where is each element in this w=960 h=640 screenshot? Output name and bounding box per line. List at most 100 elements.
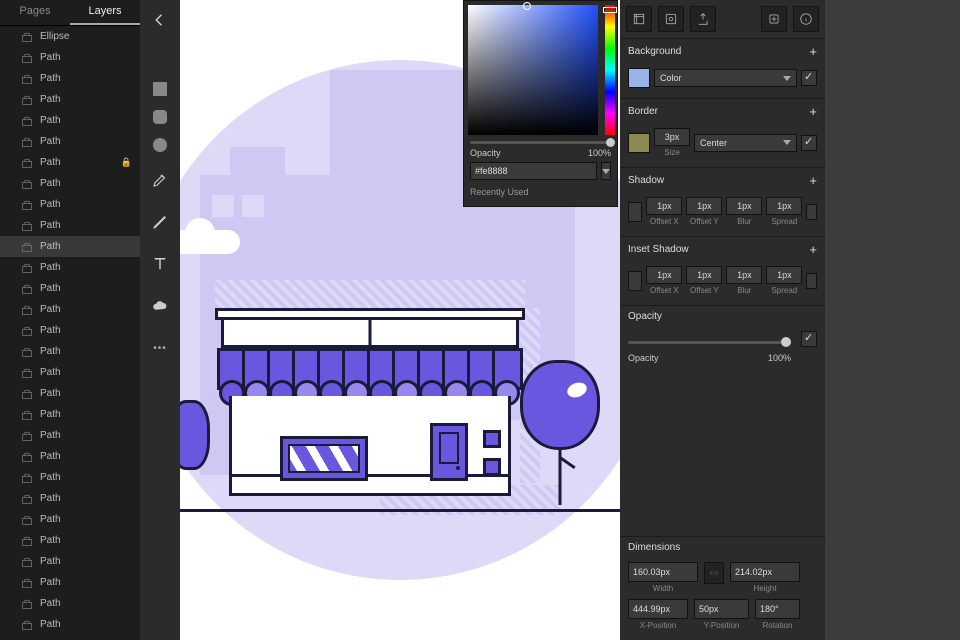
hue-slider[interactable] — [605, 5, 615, 135]
layer-item[interactable]: Path — [0, 593, 140, 614]
layer-item[interactable]: Path — [0, 47, 140, 68]
layer-item[interactable]: Path — [0, 425, 140, 446]
layer-item[interactable]: Path — [0, 551, 140, 572]
more-tools[interactable]: ••• — [146, 334, 174, 362]
pencil-tool[interactable] — [146, 208, 174, 236]
layer-item[interactable]: Path — [0, 446, 140, 467]
layer-name: Path — [40, 283, 61, 294]
opacity-enable-checkbox[interactable] — [801, 331, 817, 347]
layer-item[interactable]: Ellipse — [0, 26, 140, 47]
layer-item[interactable]: Path — [0, 509, 140, 530]
background-swatch[interactable] — [628, 68, 650, 88]
layer-type-icon — [20, 618, 34, 632]
opacity-slider[interactable] — [628, 335, 791, 349]
cloud-tool[interactable] — [146, 292, 174, 320]
tab-pages[interactable]: Pages — [0, 0, 70, 25]
background-enable-checkbox[interactable] — [801, 70, 817, 86]
info-button[interactable] — [793, 6, 819, 32]
background-type-select[interactable]: Color — [654, 69, 797, 87]
layer-item[interactable]: Path — [0, 215, 140, 236]
layer-item[interactable]: Path — [0, 530, 140, 551]
inset-spread-label: Spread — [771, 286, 797, 295]
opacity-value: 100% — [768, 353, 791, 363]
layer-item[interactable]: Path — [0, 404, 140, 425]
picker-opacity-value: 100% — [588, 148, 611, 158]
layer-item[interactable]: Path — [0, 278, 140, 299]
layer-item[interactable]: Path — [0, 614, 140, 635]
import-button[interactable] — [761, 6, 787, 32]
pen-tool[interactable] — [146, 166, 174, 194]
inset-blur-input[interactable] — [726, 266, 762, 284]
rectangle-tool[interactable] — [153, 82, 167, 96]
tab-layers[interactable]: Layers — [70, 0, 140, 25]
layer-name: Path — [40, 577, 61, 588]
inset-blur-label: Blur — [737, 286, 751, 295]
layer-item[interactable]: Path — [0, 131, 140, 152]
back-button[interactable] — [146, 6, 174, 34]
border-swatch[interactable] — [628, 133, 650, 153]
layer-item[interactable]: Path — [0, 362, 140, 383]
add-inset-shadow[interactable]: + — [809, 242, 817, 257]
color-picker[interactable]: Opacity 100% Recently Used — [463, 0, 618, 207]
layer-name: Path — [40, 73, 61, 84]
picker-opacity-slider[interactable] — [470, 141, 611, 144]
y-input[interactable] — [694, 599, 749, 619]
layer-item[interactable]: Path — [0, 488, 140, 509]
rotation-input[interactable] — [755, 599, 800, 619]
layer-item[interactable]: Path — [0, 341, 140, 362]
export-button[interactable] — [690, 6, 716, 32]
height-input[interactable] — [730, 562, 800, 582]
layer-item[interactable]: Path — [0, 173, 140, 194]
layer-type-icon — [20, 513, 34, 527]
add-shadow[interactable]: + — [809, 173, 817, 188]
shadow-offsetx-input[interactable] — [646, 197, 682, 215]
border-enable-checkbox[interactable] — [801, 135, 817, 151]
shadow-spread-input[interactable] — [766, 197, 802, 215]
section-title-shadow: Shadow — [628, 175, 664, 186]
shadow-blur-input[interactable] — [726, 197, 762, 215]
ellipse-tool[interactable] — [153, 138, 167, 152]
hex-input[interactable] — [470, 162, 597, 180]
layer-item[interactable]: Path — [0, 299, 140, 320]
width-input[interactable] — [628, 562, 698, 582]
shadow-swatch[interactable] — [628, 202, 642, 222]
x-input[interactable] — [628, 599, 688, 619]
shadow-enable-checkbox[interactable] — [806, 204, 817, 220]
rotation-label: Rotation — [763, 621, 793, 630]
layer-item[interactable]: Path — [0, 572, 140, 593]
add-background[interactable]: + — [809, 44, 817, 59]
layer-item[interactable]: Path — [0, 89, 140, 110]
align-button[interactable] — [626, 6, 652, 32]
section-title-inset-shadow: Inset Shadow — [628, 244, 689, 255]
inset-spread-input[interactable] — [766, 266, 802, 284]
height-label: Height — [753, 584, 776, 593]
inset-offsety-input[interactable] — [686, 266, 722, 284]
lock-icon[interactable]: 🔒 — [121, 157, 132, 168]
layer-item[interactable]: Path — [0, 320, 140, 341]
border-size-input[interactable] — [654, 128, 690, 146]
components-button[interactable] — [658, 6, 684, 32]
text-tool[interactable] — [146, 250, 174, 278]
section-title-background: Background — [628, 46, 681, 57]
border-size-label: Size — [664, 148, 680, 157]
shadow-offsety-input[interactable] — [686, 197, 722, 215]
layer-item[interactable]: Path — [0, 467, 140, 488]
layer-item[interactable]: Path — [0, 68, 140, 89]
layer-item[interactable]: Path — [0, 236, 140, 257]
inset-shadow-enable-checkbox[interactable] — [806, 273, 817, 289]
inset-offsetx-input[interactable] — [646, 266, 682, 284]
layer-item[interactable]: Path — [0, 383, 140, 404]
hex-dropdown[interactable] — [601, 162, 611, 180]
layer-item[interactable]: Path🔒 — [0, 152, 140, 173]
layer-item[interactable]: Path — [0, 257, 140, 278]
layer-item[interactable]: Path — [0, 194, 140, 215]
color-field[interactable] — [468, 5, 598, 135]
link-dimensions-button[interactable] — [704, 562, 724, 584]
border-position-select[interactable]: Center — [694, 134, 797, 152]
layer-item[interactable]: Path — [0, 110, 140, 131]
layer-type-icon — [20, 72, 34, 86]
add-border[interactable]: + — [809, 104, 817, 119]
inset-shadow-swatch[interactable] — [628, 271, 642, 291]
rounded-rectangle-tool[interactable] — [153, 110, 167, 124]
layer-name: Path — [40, 430, 61, 441]
